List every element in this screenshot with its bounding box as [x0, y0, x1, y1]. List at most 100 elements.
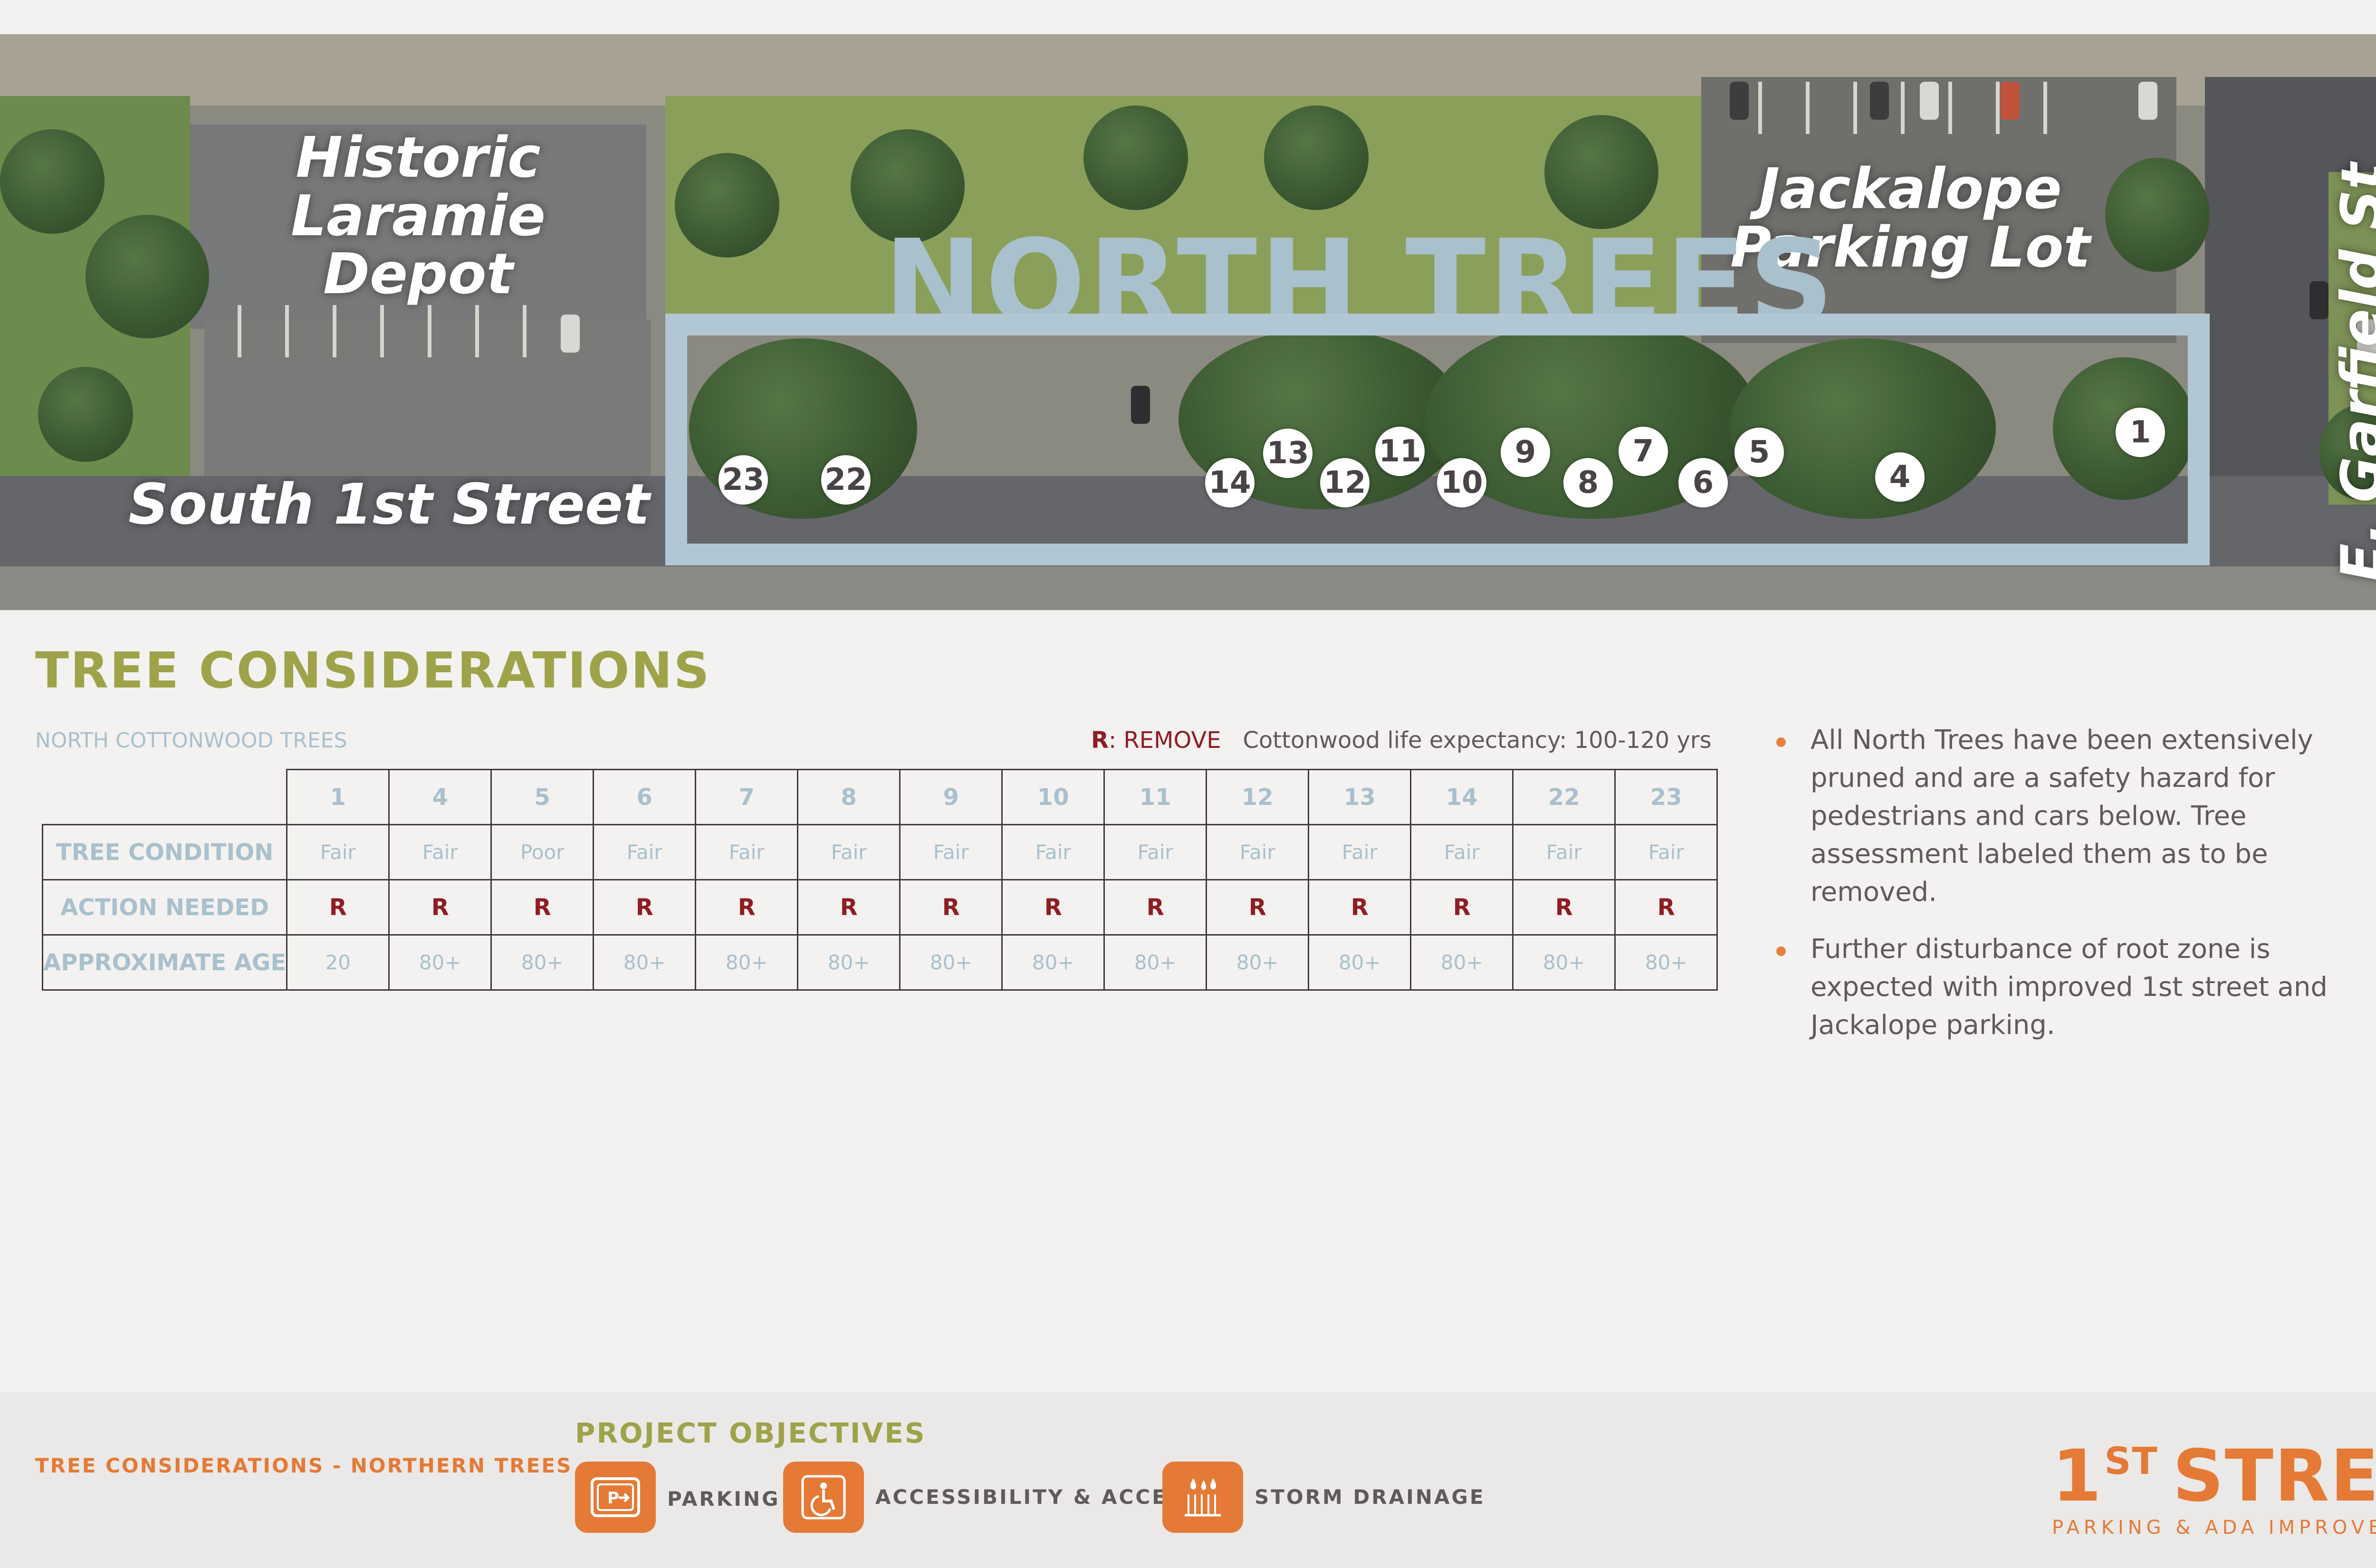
parking-stripe [1758, 82, 1762, 134]
objectives-title: PROJECT OBJECTIVES [575, 1417, 926, 1449]
table-cell: Fair [1512, 824, 1616, 880]
parking-stripe [1853, 82, 1857, 134]
table-cell: Fair [1103, 824, 1207, 880]
bullet-item: Further disturbance of root zone is expe… [1772, 930, 2362, 1044]
legend-line: R: REMOVE Cottonwood life expectancy: 10… [1091, 727, 1712, 754]
section-title: TREE CONSIDERATIONS [35, 641, 711, 699]
tree-canopy [675, 153, 779, 258]
column-header: 8 [797, 769, 901, 825]
parked-car [2309, 281, 2328, 319]
column-header: 7 [695, 769, 799, 825]
parked-car [2138, 82, 2157, 120]
table-cell: 80+ [1308, 934, 1412, 991]
tree-canopy [38, 367, 133, 462]
tree-canopy [1264, 105, 1369, 210]
table-cell: R [490, 879, 594, 936]
table-cell: 80+ [1512, 934, 1616, 991]
project-logo: 1STSTREET [2052, 1441, 2376, 1512]
parking-stripe [238, 305, 241, 357]
table-cell: Fair [593, 824, 697, 880]
parked-car [1730, 82, 1749, 120]
table-cell: R [1614, 879, 1718, 936]
table-cell: Fair [1410, 824, 1514, 880]
tree-canopy [0, 129, 105, 234]
parked-car [561, 315, 580, 353]
bullet-item: All North Trees have been extensively pr… [1772, 721, 2362, 911]
tree-marker-12: 12 [1320, 458, 1370, 507]
table-cell: Fair [899, 824, 1003, 880]
row-label-action-needed: ACTION NEEDED [41, 879, 288, 936]
tree-table: 1 4 5 6 7 8 9 10 11 12 13 14 22 23 TREE … [41, 769, 1718, 991]
footer: TREE CONSIDERATIONS - NORTHERN TREES PRO… [0, 1392, 2376, 1568]
table-cell: R [1001, 879, 1105, 936]
objective-label-storm-drainage: STORM DRAINAGE [1255, 1485, 1485, 1509]
parking-stripe [1996, 82, 2000, 134]
column-header: 13 [1308, 769, 1412, 825]
parking-stripe [285, 305, 289, 357]
table-cell: 80+ [490, 934, 594, 991]
table-cell: Fair [388, 824, 492, 880]
parking-stripe [523, 305, 527, 357]
jackalope-label-line1: Jackalope [1759, 156, 2062, 221]
table-header-row: 1 4 5 6 7 8 9 10 11 12 13 14 22 23 [42, 769, 1718, 825]
accessibility-icon [783, 1462, 864, 1533]
life-expectancy-note: Cottonwood life expectancy: 100-120 yrs [1243, 727, 1712, 754]
bullet-dot-icon [1776, 947, 1786, 956]
parked-car [1920, 82, 1939, 120]
tree-marker-4: 4 [1875, 452, 1925, 502]
table-row: TREE CONDITION Fair Fair Poor Fair Fair … [41, 824, 1718, 880]
tree-canopy [2105, 158, 2210, 272]
table-cell: Fair [1614, 824, 1718, 880]
table-cell: Poor [490, 824, 594, 880]
depot-label-line2: Laramie [290, 182, 546, 249]
north-trees-outline [665, 314, 2210, 565]
row-label-tree-condition: TREE CONDITION [41, 824, 288, 880]
table-cell: Fair [1001, 824, 1105, 880]
tree-marker-13: 13 [1263, 429, 1313, 478]
table-cell: R [1308, 879, 1412, 936]
tree-canopy [86, 215, 209, 338]
parked-car [1870, 82, 1889, 120]
table-cell: Fair [1206, 824, 1310, 880]
parking-stripe [1901, 82, 1905, 134]
column-header: 14 [1410, 769, 1514, 825]
column-header: 23 [1614, 769, 1718, 825]
parked-car [2001, 82, 2020, 120]
table-row: ACTION NEEDED R R R R R R R R R R R R R … [41, 879, 1718, 936]
logo-number: 1 [2052, 1435, 2103, 1518]
top-strip [0, 0, 2376, 34]
table-corner [42, 769, 288, 825]
tree-marker-10: 10 [1437, 458, 1486, 507]
column-header: 12 [1206, 769, 1310, 825]
table-cell: 80+ [797, 934, 901, 991]
row-label-approximate-age: APPROXIMATE AGE [41, 934, 288, 991]
table-cell: 80+ [388, 934, 492, 991]
storm-drainage-icon-glyph [1185, 1478, 1221, 1517]
logo-word: STREET [2172, 1435, 2376, 1518]
table-cell: 20 [286, 934, 390, 991]
objective-label-accessibility: ACCESSIBILITY & ACCESS [875, 1485, 1199, 1509]
storm-drainage-icon [1162, 1462, 1243, 1533]
legend-remove-text: : REMOVE [1108, 727, 1221, 754]
aerial-map: Historic Laramie Depot Jackalope Parking… [0, 34, 2376, 610]
column-header: 6 [593, 769, 697, 825]
table-cell: Fair [286, 824, 390, 880]
table-cell: R [695, 879, 799, 936]
tree-canopy [1083, 105, 1188, 210]
column-header: 1 [286, 769, 390, 825]
tree-marker-7: 7 [1619, 427, 1668, 476]
table-cell: R [797, 879, 901, 936]
garfield-street-label: E. Garfield St [2328, 163, 2376, 582]
table-cell: Fair [1308, 824, 1412, 880]
south-blocks [0, 566, 2376, 610]
accessibility-icon-glyph [801, 1475, 846, 1520]
table-cell: R [1512, 879, 1616, 936]
tree-marker-22: 22 [821, 455, 871, 505]
parking-icon-glyph: P [591, 1477, 640, 1517]
table-cell: R [286, 879, 390, 936]
column-header: 22 [1512, 769, 1616, 825]
depot-label-line3: Depot [323, 241, 513, 307]
parking-stripe [1806, 82, 1810, 134]
parking-stripe [428, 305, 431, 357]
logo-tagline: PARKING & ADA IMPROVEMENTS [2052, 1517, 2376, 1539]
